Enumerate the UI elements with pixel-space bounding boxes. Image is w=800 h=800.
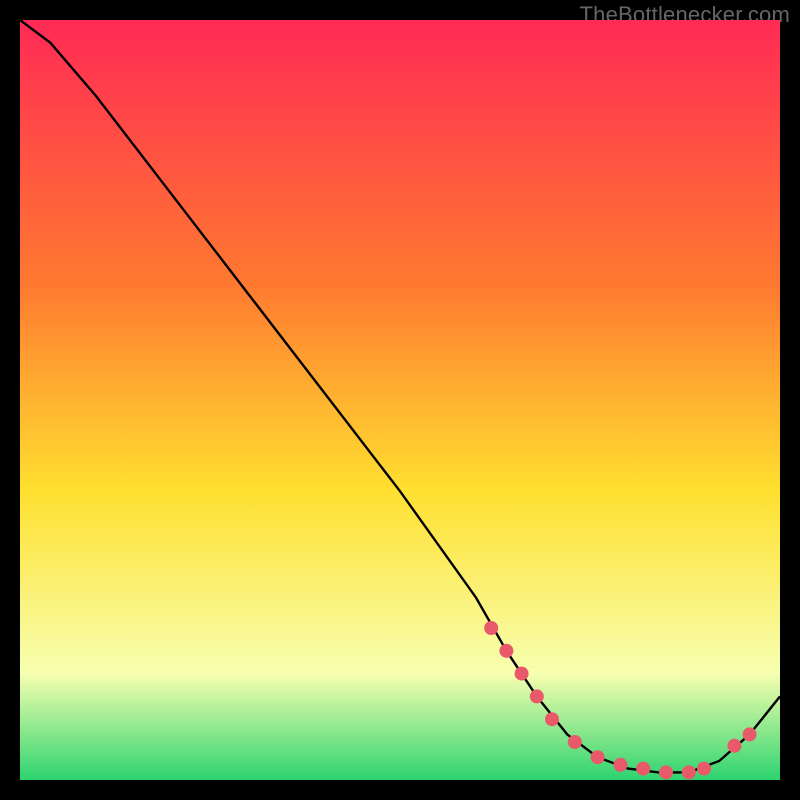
- highlight-marker: [613, 758, 627, 772]
- highlight-marker: [743, 727, 757, 741]
- highlight-marker: [568, 735, 582, 749]
- highlight-marker: [530, 689, 544, 703]
- gradient-background: [20, 20, 780, 780]
- bottleneck-plot: [20, 20, 780, 780]
- highlight-marker: [545, 712, 559, 726]
- highlight-marker: [682, 765, 696, 779]
- chart-frame: TheBottlenecker.com: [0, 0, 800, 800]
- highlight-marker: [727, 739, 741, 753]
- highlight-marker: [697, 762, 711, 776]
- highlight-marker: [499, 644, 513, 658]
- highlight-marker: [636, 762, 650, 776]
- highlight-marker: [484, 621, 498, 635]
- highlight-marker: [659, 765, 673, 779]
- highlight-marker: [591, 750, 605, 764]
- highlight-marker: [515, 667, 529, 681]
